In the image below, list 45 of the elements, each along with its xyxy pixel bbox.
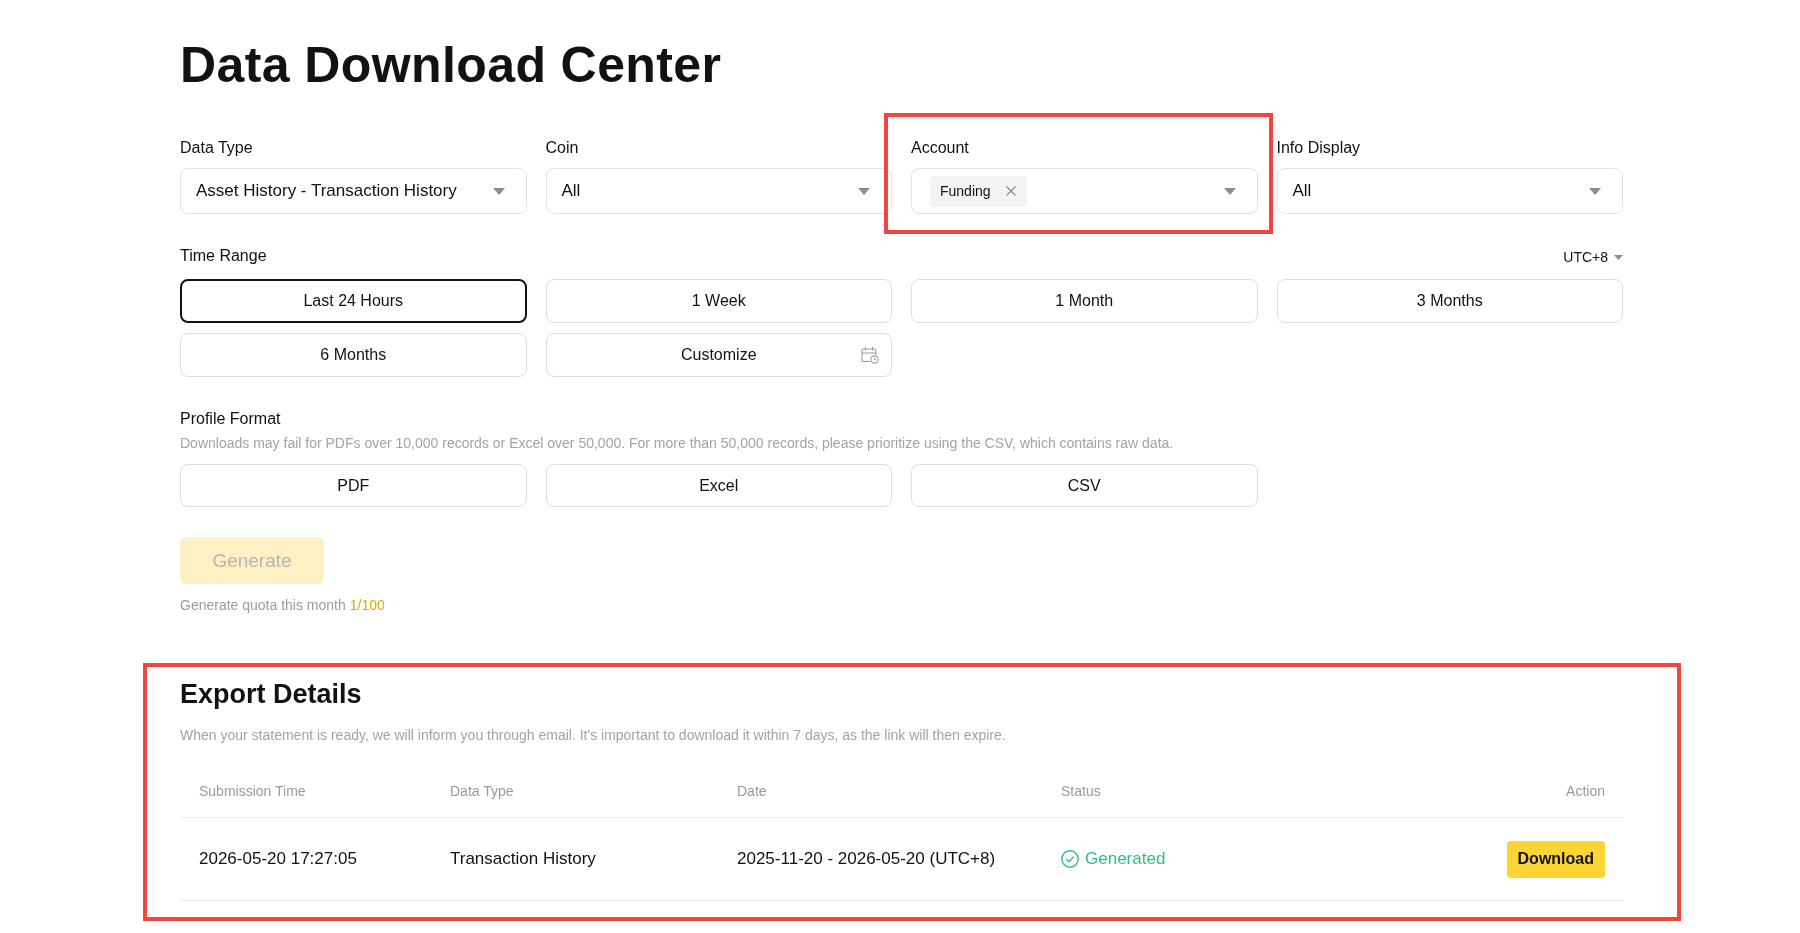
tag-label: Funding [940, 183, 991, 199]
field-label: Account [911, 138, 969, 158]
dropdown[interactable]: All [545, 168, 892, 214]
caret-icon [1223, 187, 1236, 195]
column-header: Data Type [450, 783, 515, 799]
calendar-icon [861, 346, 879, 364]
download-button[interactable]: Download [1506, 840, 1605, 878]
time-range-option[interactable]: 6 Months [180, 333, 527, 377]
format-option[interactable]: PDF [180, 464, 527, 507]
caret-icon [1589, 187, 1601, 195]
column-header: Action [1566, 783, 1605, 799]
status-label: Generated [1085, 849, 1166, 869]
timezone-dropdown[interactable]: UTC+8 [1563, 249, 1623, 266]
quota-value: 1/100 [349, 596, 385, 614]
time-range-option[interactable]: 3 Months [1276, 279, 1623, 323]
column-header: Status [1061, 783, 1102, 799]
format-option[interactable]: Excel [545, 464, 892, 507]
column-header: Submission Time [199, 783, 307, 799]
time-range-option[interactable]: 1 Week [545, 279, 892, 323]
field-label: Info Display [1276, 138, 1361, 158]
field-label: Coin [545, 138, 579, 158]
dropdown[interactable]: All [1276, 168, 1623, 214]
format-option[interactable]: CSV [911, 464, 1258, 507]
quota-label: Generate quota this month [180, 596, 346, 614]
time-range-option[interactable]: Customize [545, 333, 892, 377]
section-label: Time Range [180, 246, 267, 266]
section-label: Profile Format [180, 409, 281, 429]
table-cell-text: Transaction History [450, 849, 597, 869]
check-circle-icon [1061, 850, 1079, 868]
caret-icon [1614, 254, 1623, 260]
table-cell-text: 2026-05-20 17:27:05 [199, 849, 358, 869]
page-title: Data Download Center [180, 36, 723, 95]
dropdown[interactable]: Asset History - Transaction History [180, 168, 527, 214]
field-label: Data Type [180, 138, 253, 158]
column-header: Date [737, 783, 768, 799]
time-range-option[interactable]: Last 24 Hours [180, 279, 527, 323]
export-hint: When your statement is ready, we will inform you through email. It's important to download it within 7 days, as the link will then expire. [180, 726, 1007, 744]
caret-icon [858, 187, 870, 195]
close-icon[interactable] [1005, 186, 1016, 196]
table-cell-text: 2025-11-20 - 2026-05-20 (UTC+8) [737, 849, 997, 869]
multi-select-dropdown[interactable]: Funding [911, 168, 1258, 214]
time-range-option[interactable]: 1 Month [911, 279, 1258, 323]
caret-icon [492, 187, 505, 195]
format-hint: Downloads may fail for PDFs over 10,000 records or Excel over 50,000. For more than 50,000 records, please prioritize using the CSV, which contains raw data. [180, 434, 1175, 452]
section-title: Export Details [180, 678, 363, 711]
